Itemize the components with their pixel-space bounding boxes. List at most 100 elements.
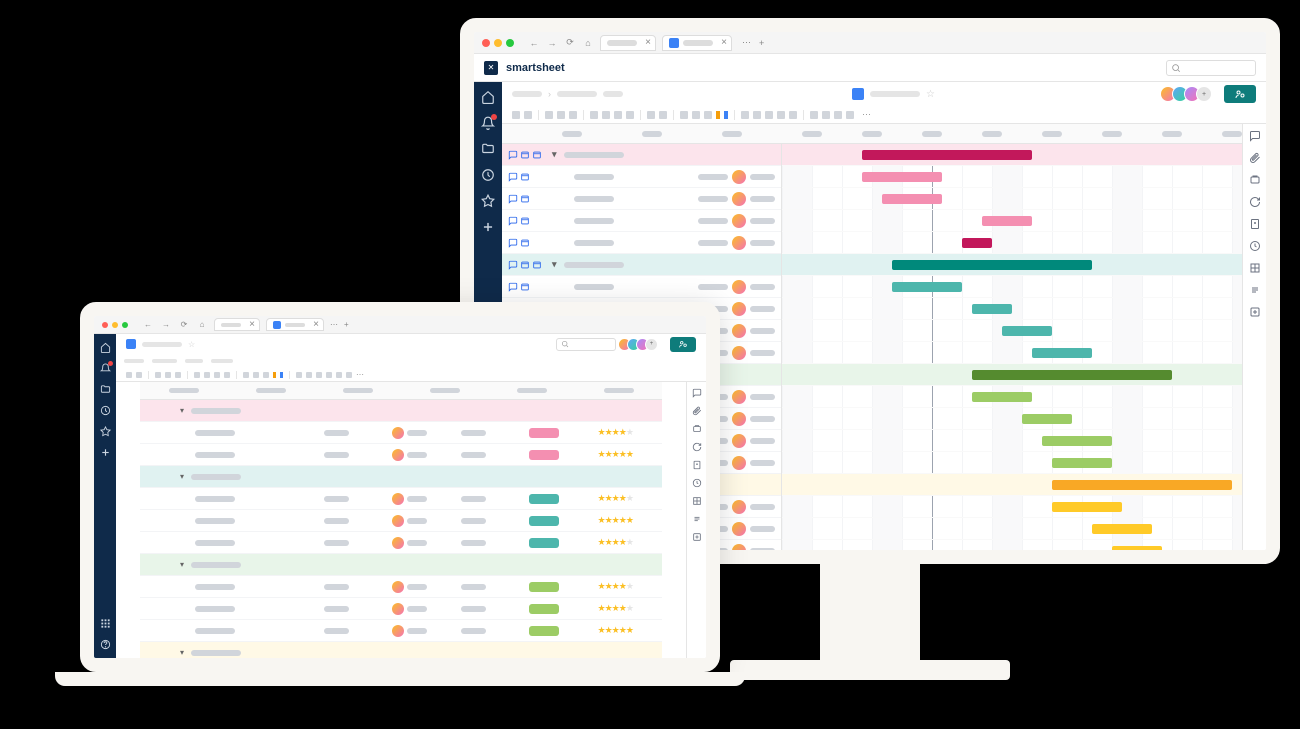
group-header-row[interactable]: ▾ — [502, 144, 781, 166]
gantt-summary-bar[interactable] — [1052, 480, 1232, 490]
breadcrumb[interactable] — [557, 91, 597, 97]
assignee-avatar[interactable] — [392, 603, 404, 615]
summary-icon[interactable] — [1249, 306, 1261, 318]
toolbar-item[interactable] — [692, 111, 700, 119]
gantt-summary-bar[interactable] — [862, 150, 1032, 160]
toolbar-item[interactable] — [789, 111, 797, 119]
toolbar-item[interactable] — [253, 372, 259, 378]
gantt-task-bar[interactable] — [1092, 524, 1152, 534]
column-header[interactable] — [575, 382, 662, 399]
format-icon[interactable] — [1249, 284, 1261, 296]
toolbar-item[interactable] — [165, 372, 171, 378]
text-color-icon[interactable] — [280, 372, 283, 378]
status-pill[interactable] — [529, 516, 559, 526]
group-header-row[interactable]: ▾ — [140, 400, 662, 422]
task-row[interactable]: ★★★★★ — [140, 598, 662, 620]
toolbar-item[interactable] — [306, 372, 312, 378]
toolbar-item[interactable] — [316, 372, 322, 378]
gantt-task-bar[interactable] — [972, 304, 1012, 314]
status-pill[interactable] — [529, 428, 559, 438]
update-requests-icon[interactable] — [692, 442, 702, 452]
toolbar-item[interactable] — [214, 372, 220, 378]
share-button[interactable] — [1224, 85, 1256, 103]
collapse-icon[interactable]: ▾ — [180, 472, 188, 481]
task-row[interactable] — [502, 188, 781, 210]
folder-icon[interactable] — [481, 142, 495, 156]
assignee-avatar[interactable] — [392, 625, 404, 637]
toolbar-item[interactable] — [822, 111, 830, 119]
assignee-avatar[interactable] — [732, 456, 746, 470]
assignee-avatar[interactable] — [732, 390, 746, 404]
rating-stars[interactable]: ★★★★★ — [598, 537, 633, 548]
format-icon[interactable] — [692, 514, 702, 524]
apps-icon[interactable] — [100, 618, 111, 629]
comment-icon[interactable] — [508, 260, 518, 270]
toolbar-item[interactable] — [336, 372, 342, 378]
sheet-title[interactable] — [142, 342, 182, 347]
back-button[interactable]: ← — [142, 319, 154, 331]
toolbar-item[interactable] — [155, 372, 161, 378]
task-row[interactable]: ★★★★★ — [140, 532, 662, 554]
cell-history-icon[interactable] — [692, 496, 702, 506]
avatar-overflow[interactable]: + — [645, 338, 658, 351]
toolbar-overflow-icon[interactable]: ⋯ — [862, 109, 871, 120]
task-row[interactable]: ★★★★★ — [140, 488, 662, 510]
proofs-icon[interactable] — [692, 424, 702, 434]
comment-icon[interactable] — [508, 216, 518, 226]
toolbar-item[interactable] — [590, 111, 598, 119]
breadcrumb[interactable] — [512, 91, 542, 97]
rating-stars[interactable]: ★★★★★ — [598, 493, 633, 504]
rating-stars[interactable]: ★★★★★ — [598, 625, 633, 636]
browser-tab[interactable]: × — [600, 35, 656, 51]
gantt-task-bar[interactable] — [1002, 326, 1052, 336]
gantt-task-bar[interactable] — [1052, 502, 1122, 512]
status-pill[interactable] — [529, 626, 559, 636]
toolbar-item[interactable] — [326, 372, 332, 378]
notifications-icon[interactable] — [481, 116, 495, 130]
reload-button[interactable]: ⟳ — [564, 37, 576, 49]
status-pill[interactable] — [529, 582, 559, 592]
reminder-icon[interactable] — [520, 260, 530, 270]
attachment-icon[interactable] — [532, 150, 542, 160]
comment-icon[interactable] — [508, 172, 518, 182]
toolbar-item[interactable] — [136, 372, 142, 378]
browser-tab[interactable]: × — [214, 318, 260, 331]
rating-stars[interactable]: ★★★★★ — [598, 427, 633, 438]
toolbar-item[interactable] — [296, 372, 302, 378]
toolbar-item[interactable] — [680, 111, 688, 119]
nav-item[interactable] — [185, 359, 203, 363]
assignee-avatar[interactable] — [732, 500, 746, 514]
tab-close-icon[interactable]: × — [313, 319, 319, 330]
new-tab-button[interactable]: + — [759, 38, 764, 48]
comment-icon[interactable] — [508, 282, 518, 292]
tab-overflow-icon[interactable]: ⋯ — [742, 37, 751, 48]
home-icon[interactable] — [481, 90, 495, 104]
attachments-icon[interactable] — [692, 406, 702, 416]
nav-item[interactable] — [152, 359, 177, 363]
gantt-task-bar[interactable] — [1052, 458, 1112, 468]
assignee-avatar[interactable] — [732, 214, 746, 228]
toolbar-item[interactable] — [659, 111, 667, 119]
maximize-window-icon[interactable] — [122, 322, 128, 328]
fill-color-icon[interactable] — [716, 111, 720, 119]
close-window-icon[interactable] — [482, 39, 490, 47]
assignee-avatar[interactable] — [392, 493, 404, 505]
column-header[interactable] — [488, 382, 575, 399]
update-requests-icon[interactable] — [1249, 196, 1261, 208]
toolbar-item[interactable] — [126, 372, 132, 378]
folder-icon[interactable] — [100, 384, 111, 395]
group-header-row[interactable]: ▾ — [140, 642, 662, 658]
collapse-icon[interactable]: ▾ — [180, 406, 188, 415]
status-pill[interactable] — [529, 450, 559, 460]
toolbar-item[interactable] — [512, 111, 520, 119]
task-row[interactable]: ★★★★★ — [140, 444, 662, 466]
activity-log-icon[interactable] — [692, 478, 702, 488]
assignee-avatar[interactable] — [732, 544, 746, 551]
reminder-icon[interactable] — [520, 282, 530, 292]
collapse-icon[interactable]: ▾ — [180, 648, 188, 657]
toolbar-item[interactable] — [545, 111, 553, 119]
gantt-task-bar[interactable] — [982, 216, 1032, 226]
home-button[interactable]: ⌂ — [196, 319, 208, 331]
global-search[interactable] — [1166, 60, 1256, 76]
tab-close-icon[interactable]: × — [645, 37, 651, 48]
